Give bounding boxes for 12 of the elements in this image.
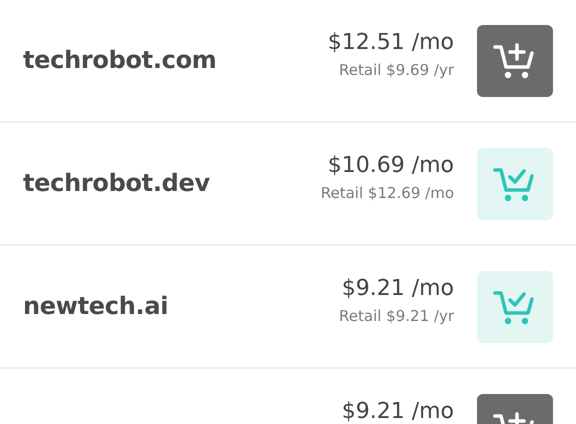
retail-price: Retail $12.69 /mo (320, 183, 454, 203)
monthly-price: $10.69 /mo (328, 153, 454, 179)
domain-name: newtech.ai (23, 292, 168, 320)
monthly-price: $9.21 /mo (342, 399, 454, 424)
monthly-price: $9.21 /mo (342, 276, 454, 302)
domain-name: techrobot.com (23, 46, 216, 74)
add-to-cart-button[interactable] (477, 25, 553, 97)
retail-price: Retail $9.21 /yr (339, 306, 454, 326)
retail-price: Retail $9.69 /yr (339, 60, 454, 80)
cart-plus-icon (493, 41, 537, 81)
monthly-price: $12.51 /mo (328, 30, 454, 56)
domain-name: techrobot.dev (23, 169, 210, 197)
